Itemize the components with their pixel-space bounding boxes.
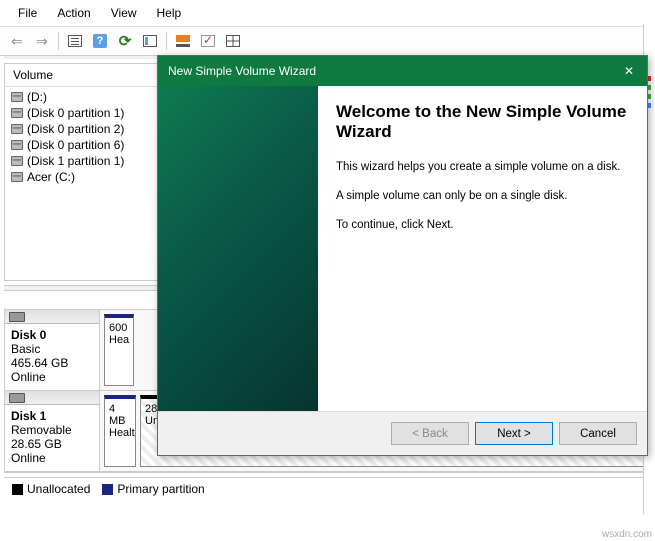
wizard-button-row: < Back Next > Cancel [158, 411, 647, 455]
volume-icon [11, 156, 23, 166]
nav-back-button[interactable] [6, 30, 28, 52]
menu-view[interactable]: View [101, 2, 147, 24]
partition-size: 4 MB [109, 403, 131, 427]
volume-label: (Disk 0 partition 2) [27, 122, 124, 136]
toolbar-separator [166, 32, 167, 50]
disk-size: 28.65 GB [11, 437, 93, 451]
arrow-right-icon [36, 33, 48, 50]
partition-status: Healt [109, 427, 131, 439]
disk-info[interactable]: Disk 0 Basic 465.64 GB Online [5, 310, 100, 390]
disk-drive-icon [9, 312, 25, 322]
partition-size: 600 [109, 322, 129, 334]
arrow-left-icon [11, 33, 23, 50]
toolbar-separator [58, 32, 59, 50]
volume-icon [11, 124, 23, 134]
nav-forward-button[interactable] [31, 30, 53, 52]
wizard-titlebar[interactable]: New Simple Volume Wizard [158, 56, 647, 86]
grid-button[interactable] [222, 30, 244, 52]
list-icon [143, 35, 157, 47]
disk-type: Removable [11, 423, 93, 437]
menu-action[interactable]: Action [47, 2, 100, 24]
volume-label: (Disk 0 partition 6) [27, 138, 124, 152]
volume-label: (D:) [27, 90, 47, 104]
wizard-next-button[interactable]: Next > [475, 422, 553, 445]
wizard-close-button[interactable] [621, 63, 637, 79]
new-simple-volume-wizard: New Simple Volume Wizard Welcome to the … [157, 55, 648, 456]
wizard-content: Welcome to the New Simple Volume Wizard … [318, 86, 647, 411]
disk-info[interactable]: Disk 1 Removable 28.65 GB Online [5, 391, 100, 471]
disk-name: Disk 0 [11, 328, 93, 342]
disk-name: Disk 1 [11, 409, 93, 423]
volume-label: (Disk 0 partition 1) [27, 106, 124, 120]
check-button[interactable] [197, 30, 219, 52]
grid-icon [226, 35, 240, 47]
help-icon: ? [93, 34, 107, 48]
refresh-button[interactable] [114, 30, 136, 52]
volume-icon [11, 140, 23, 150]
check-icon [201, 35, 215, 47]
settings-icon [176, 35, 190, 47]
wizard-text: To continue, click Next. [336, 218, 629, 233]
menu-bar: File Action View Help [0, 0, 655, 27]
partition[interactable]: 4 MB Healt [104, 395, 136, 467]
menu-file[interactable]: File [8, 2, 47, 24]
swatch-black-icon [12, 484, 23, 495]
volume-icon [11, 108, 23, 118]
settings-button[interactable] [172, 30, 194, 52]
properties-button[interactable] [64, 30, 86, 52]
wizard-title-text: New Simple Volume Wizard [168, 64, 316, 78]
wizard-text: A simple volume can only be on a single … [336, 189, 629, 204]
volume-icon [11, 172, 23, 182]
menu-help[interactable]: Help [147, 2, 192, 24]
wizard-text: This wizard helps you create a simple vo… [336, 160, 629, 175]
partition-status: Hea [109, 334, 129, 346]
list-view-button[interactable] [139, 30, 161, 52]
disk-status: Online [11, 370, 93, 384]
swatch-blue-icon [102, 484, 113, 495]
help-button[interactable]: ? [89, 30, 111, 52]
wizard-sidebar-graphic [158, 86, 318, 411]
toolbar: ? [0, 27, 655, 56]
volume-label: Acer (C:) [27, 170, 75, 184]
disk-size: 465.64 GB [11, 356, 93, 370]
legend-unallocated: Unallocated [12, 482, 90, 496]
properties-icon [68, 35, 82, 47]
volume-label: (Disk 1 partition 1) [27, 154, 124, 168]
legend-primary: Primary partition [102, 482, 204, 496]
wizard-heading: Welcome to the New Simple Volume Wizard [336, 102, 629, 142]
disk-drive-icon [9, 393, 25, 403]
refresh-icon [119, 32, 132, 50]
partition[interactable]: 600 Hea [104, 314, 134, 386]
disk-status: Online [11, 451, 93, 465]
wizard-back-button: < Back [391, 422, 469, 445]
disk-type: Basic [11, 342, 93, 356]
volume-icon [11, 92, 23, 102]
legend: Unallocated Primary partition [4, 477, 651, 500]
watermark: wsxdn.com [602, 529, 652, 540]
wizard-cancel-button[interactable]: Cancel [559, 422, 637, 445]
